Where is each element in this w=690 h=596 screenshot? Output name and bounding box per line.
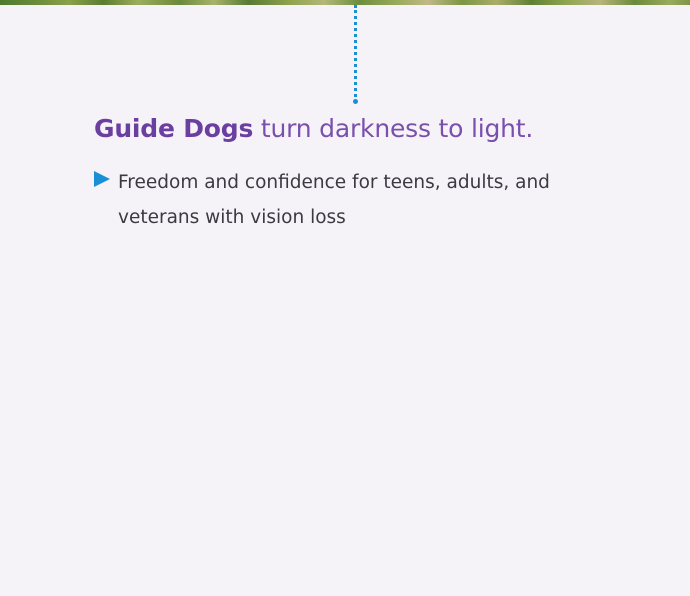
headline: Guide Dogs turn darkness to light. [94, 111, 533, 147]
bullet-text: Freedom and confidence for teens, adults… [118, 172, 550, 228]
connector-dot [353, 99, 358, 104]
headline-rest: turn darkness to light. [253, 114, 534, 143]
bullet-item: Freedom and confidence for teens, adults… [94, 165, 654, 235]
triangle-right-icon [94, 171, 110, 187]
header-photo-edge [0, 0, 690, 5]
dotted-connector-line [354, 5, 357, 103]
headline-emphasis: Guide Dogs [94, 114, 254, 143]
